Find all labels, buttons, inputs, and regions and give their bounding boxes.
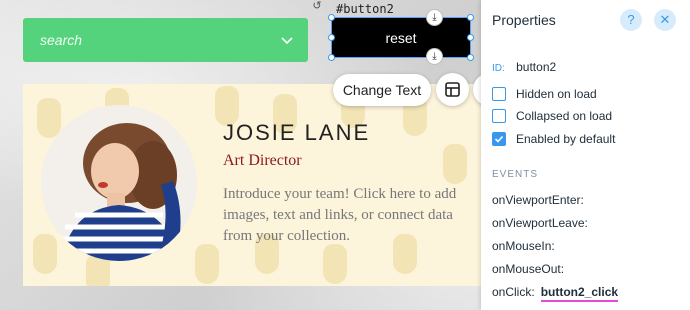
checkmark-icon xyxy=(494,135,504,143)
resize-handle-ml[interactable] xyxy=(328,34,335,41)
properties-panel: Properties ? ✕ ID: button2 Hidden on loa… xyxy=(481,0,690,310)
hidden-on-load-label: Hidden on load xyxy=(516,87,597,101)
collapsed-on-load-label: Collapsed on load xyxy=(516,109,613,123)
id-row: ID: button2 xyxy=(492,60,556,74)
enabled-by-default-option[interactable]: Enabled by default xyxy=(492,132,615,146)
event-on-mouse-out[interactable]: onMouseOut: xyxy=(492,262,564,276)
profile-image xyxy=(41,105,197,261)
change-text-label: Change Text xyxy=(342,82,422,98)
layout-button[interactable] xyxy=(436,73,469,106)
download-top-icon[interactable]: ⤓ xyxy=(426,9,443,26)
change-text-button[interactable]: Change Text xyxy=(333,74,431,106)
enabled-by-default-checkbox[interactable] xyxy=(492,132,506,146)
member-name[interactable]: JOSIE LANE xyxy=(223,120,370,146)
panel-help-icon[interactable]: ? xyxy=(620,9,642,31)
panel-title: Properties xyxy=(492,12,556,28)
resize-handle-br[interactable] xyxy=(467,54,474,61)
reset-button-label: reset xyxy=(385,29,417,46)
panel-close-icon[interactable]: ✕ xyxy=(654,9,676,31)
event-label: onMouseOut: xyxy=(492,262,565,276)
resize-handle-tl[interactable] xyxy=(328,14,335,21)
decorative-shape xyxy=(37,98,61,138)
team-card[interactable]: JOSIE LANE Art Director Introduce your t… xyxy=(23,84,482,286)
event-on-mouse-in[interactable]: onMouseIn: xyxy=(492,239,555,253)
collapsed-on-load-option[interactable]: Collapsed on load xyxy=(492,109,612,123)
collapsed-on-load-checkbox[interactable] xyxy=(492,109,506,123)
member-description[interactable]: Introduce your team! Click here to add i… xyxy=(223,184,463,247)
download-bottom-icon[interactable]: ⤓ xyxy=(426,48,443,65)
event-label: onMouseIn: xyxy=(492,239,555,253)
decorative-shape xyxy=(195,244,219,284)
id-value[interactable]: button2 xyxy=(516,60,556,74)
resize-handle-mr[interactable] xyxy=(467,34,474,41)
event-on-viewport-enter[interactable]: onViewportEnter: xyxy=(492,193,584,207)
decorative-shape xyxy=(33,234,57,274)
resize-handle-tr[interactable] xyxy=(467,14,474,21)
event-label: onViewportEnter: xyxy=(492,193,584,207)
rotate-icon[interactable]: ↺ xyxy=(310,0,324,12)
hidden-on-load-checkbox[interactable] xyxy=(492,87,506,101)
events-header: EVENTS xyxy=(492,169,539,180)
event-on-click[interactable]: onClick: button2_click xyxy=(492,285,619,302)
search-dropdown[interactable]: search xyxy=(23,18,308,62)
layout-icon xyxy=(445,82,460,97)
member-role[interactable]: Art Director xyxy=(223,152,302,170)
decorative-shape xyxy=(443,144,467,184)
resize-handle-bl[interactable] xyxy=(328,54,335,61)
event-on-viewport-leave[interactable]: onViewportLeave: xyxy=(492,216,588,230)
event-label: onClick: xyxy=(492,285,535,299)
hidden-on-load-option[interactable]: Hidden on load xyxy=(492,87,597,101)
enabled-by-default-label: Enabled by default xyxy=(516,132,616,146)
id-label: ID: xyxy=(492,63,505,74)
element-id-tag: #button2 xyxy=(336,2,394,16)
profile-photo[interactable] xyxy=(41,105,197,261)
reset-button[interactable]: reset xyxy=(331,17,471,58)
event-label: onViewportLeave: xyxy=(492,216,588,230)
decorative-shape xyxy=(323,244,347,284)
search-placeholder: search xyxy=(40,32,83,48)
chevron-down-icon xyxy=(281,37,293,45)
onclick-handler-link[interactable]: button2_click xyxy=(540,285,619,302)
